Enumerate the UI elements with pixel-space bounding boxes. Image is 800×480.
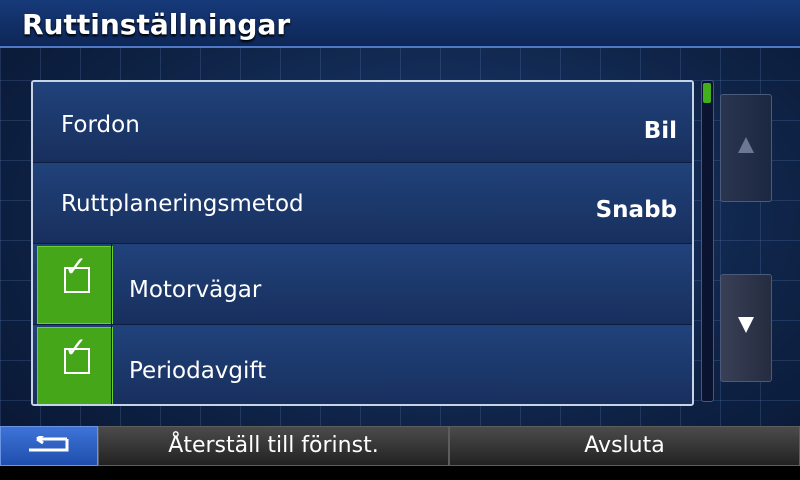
setting-label: Ruttplaneringsmetod [61, 191, 304, 217]
reset-defaults-button[interactable]: Återställ till förinst. [98, 426, 449, 466]
setting-value: Bil [643, 118, 677, 144]
back-button[interactable] [0, 426, 98, 466]
back-arrow-icon [29, 436, 69, 452]
setting-row-periodavgift[interactable]: ✓ Periodavgift [33, 325, 692, 404]
setting-label: Motorvägar [129, 277, 262, 303]
setting-value: Snabb [595, 197, 677, 223]
setting-row-fordon[interactable]: Fordon Bil [33, 82, 692, 163]
arrow-up-icon [738, 137, 754, 153]
setting-row-ruttplaneringsmetod[interactable]: Ruttplaneringsmetod Snabb [33, 163, 692, 244]
divider [111, 244, 112, 324]
setting-row-motorvagar[interactable]: ✓ Motorvägar [33, 244, 692, 325]
checkbox-checked-icon[interactable]: ✓ [37, 327, 113, 404]
exit-button[interactable]: Avsluta [449, 426, 800, 466]
setting-label: Fordon [61, 112, 140, 138]
divider [111, 325, 112, 404]
checkbox-checked-icon[interactable]: ✓ [37, 246, 113, 324]
title-bar: Ruttinställningar [0, 0, 800, 48]
setting-label: Periodavgift [129, 358, 267, 384]
bottom-bar: Återställ till förinst. Avsluta [0, 426, 800, 480]
scroll-down-button[interactable] [720, 274, 772, 382]
scrollbar-track[interactable] [701, 80, 714, 402]
arrow-down-icon [738, 317, 754, 333]
scroll-up-button[interactable] [720, 94, 772, 202]
page-title: Ruttinställningar [22, 8, 291, 41]
scrollbar-thumb[interactable] [703, 83, 711, 103]
checkmark-icon: ✓ [64, 331, 88, 364]
checkmark-icon: ✓ [64, 250, 88, 283]
settings-list: Fordon Bil Ruttplaneringsmetod Snabb ✓ M… [31, 80, 694, 406]
